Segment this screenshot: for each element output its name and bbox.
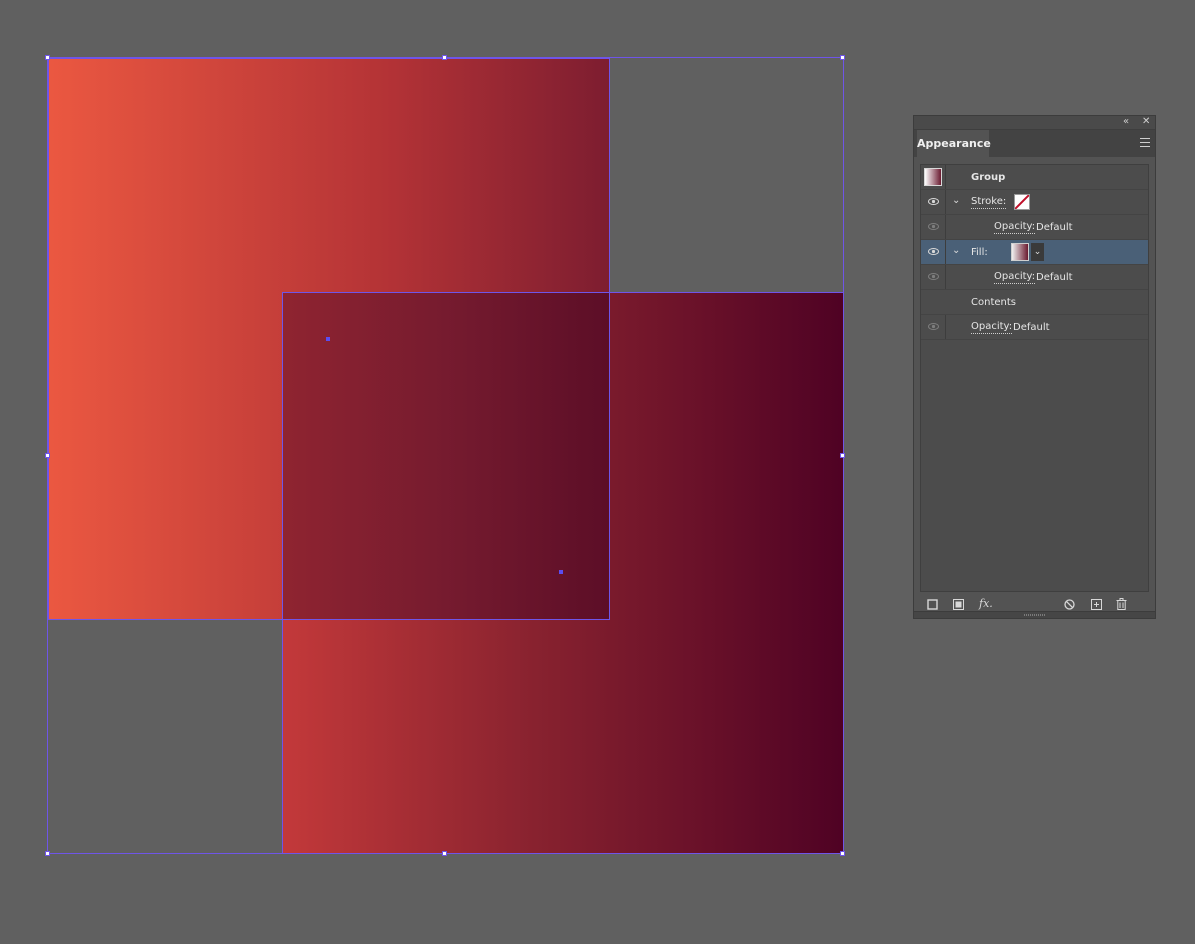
panel-tab-row: Appearance [914,130,1155,157]
add-new-fill-icon[interactable] [953,599,964,610]
group-opacity-value: Default [1013,322,1050,333]
stroke-opacity-value: Default [1036,222,1073,233]
appearance-list: Group ⌄ Stroke: Opacity: Default ⌄ Fill: [920,164,1149,592]
handle-top-center[interactable] [442,55,447,60]
stroke-label[interactable]: Stroke: [971,196,1007,209]
eye-icon[interactable] [928,273,939,280]
fill-opacity-value: Default [1036,272,1073,283]
handle-bottom-left[interactable] [45,851,50,856]
row-stroke-opacity[interactable]: Opacity: Default [921,215,1148,240]
stroke-opacity-label[interactable]: Opacity: [994,221,1036,234]
eye-icon[interactable] [928,248,939,255]
center-point-rect-b[interactable] [559,570,563,574]
group-label: Group [971,172,1006,183]
handle-middle-right[interactable] [840,453,845,458]
chevron-down-icon[interactable]: ⌄ [952,245,960,256]
thumbnail-column [921,165,946,189]
selection-bounding-box [47,57,844,854]
handle-top-right[interactable] [840,55,845,60]
duplicate-item-icon[interactable] [1091,599,1102,610]
row-stroke[interactable]: ⌄ Stroke: [921,190,1148,215]
panel-resize-grip[interactable] [914,611,1155,618]
handle-bottom-right[interactable] [840,851,845,856]
panel-menu-icon[interactable] [1140,138,1150,147]
group-thumbnail [924,168,942,186]
appearance-panel: « ✕ Appearance Group ⌄ Stroke: Opacity: … [913,115,1156,619]
collapse-arrows-icon[interactable]: « [1123,115,1129,129]
handle-middle-left[interactable] [45,453,50,458]
row-fill-opacity[interactable]: Opacity: Default [921,265,1148,290]
handle-top-left[interactable] [45,55,50,60]
chevron-down-icon[interactable]: ⌄ [1031,243,1044,261]
row-group-opacity[interactable]: Opacity: Default [921,315,1148,340]
eye-icon[interactable] [928,323,939,330]
tab-appearance[interactable]: Appearance [917,130,991,157]
panel-title-bar[interactable]: « ✕ [914,116,1155,130]
contents-label[interactable]: Contents [971,296,1016,309]
clear-appearance-icon[interactable] [1064,599,1075,610]
chevron-down-icon[interactable]: ⌄ [952,195,960,206]
row-contents[interactable]: Contents [921,290,1148,315]
row-fill[interactable]: ⌄ Fill: ⌄ [921,240,1148,265]
close-icon[interactable]: ✕ [1142,115,1150,129]
eye-icon[interactable] [928,198,939,205]
visibility-column [921,265,946,289]
group-opacity-label[interactable]: Opacity: [971,321,1013,334]
visibility-column [921,240,946,264]
fill-gradient-swatch[interactable] [1011,243,1029,261]
visibility-column [921,315,946,339]
add-new-stroke-icon[interactable] [927,599,938,610]
visibility-column [921,190,946,214]
eye-icon[interactable] [928,223,939,230]
trash-icon[interactable] [1116,598,1127,610]
fill-label[interactable]: Fill: [971,246,988,259]
row-group[interactable]: Group [921,165,1148,190]
visibility-column [921,215,946,239]
fill-opacity-label[interactable]: Opacity: [994,271,1036,284]
stroke-none-swatch[interactable] [1014,194,1030,210]
handle-bottom-center[interactable] [442,851,447,856]
center-point-rect-a[interactable] [326,337,330,341]
